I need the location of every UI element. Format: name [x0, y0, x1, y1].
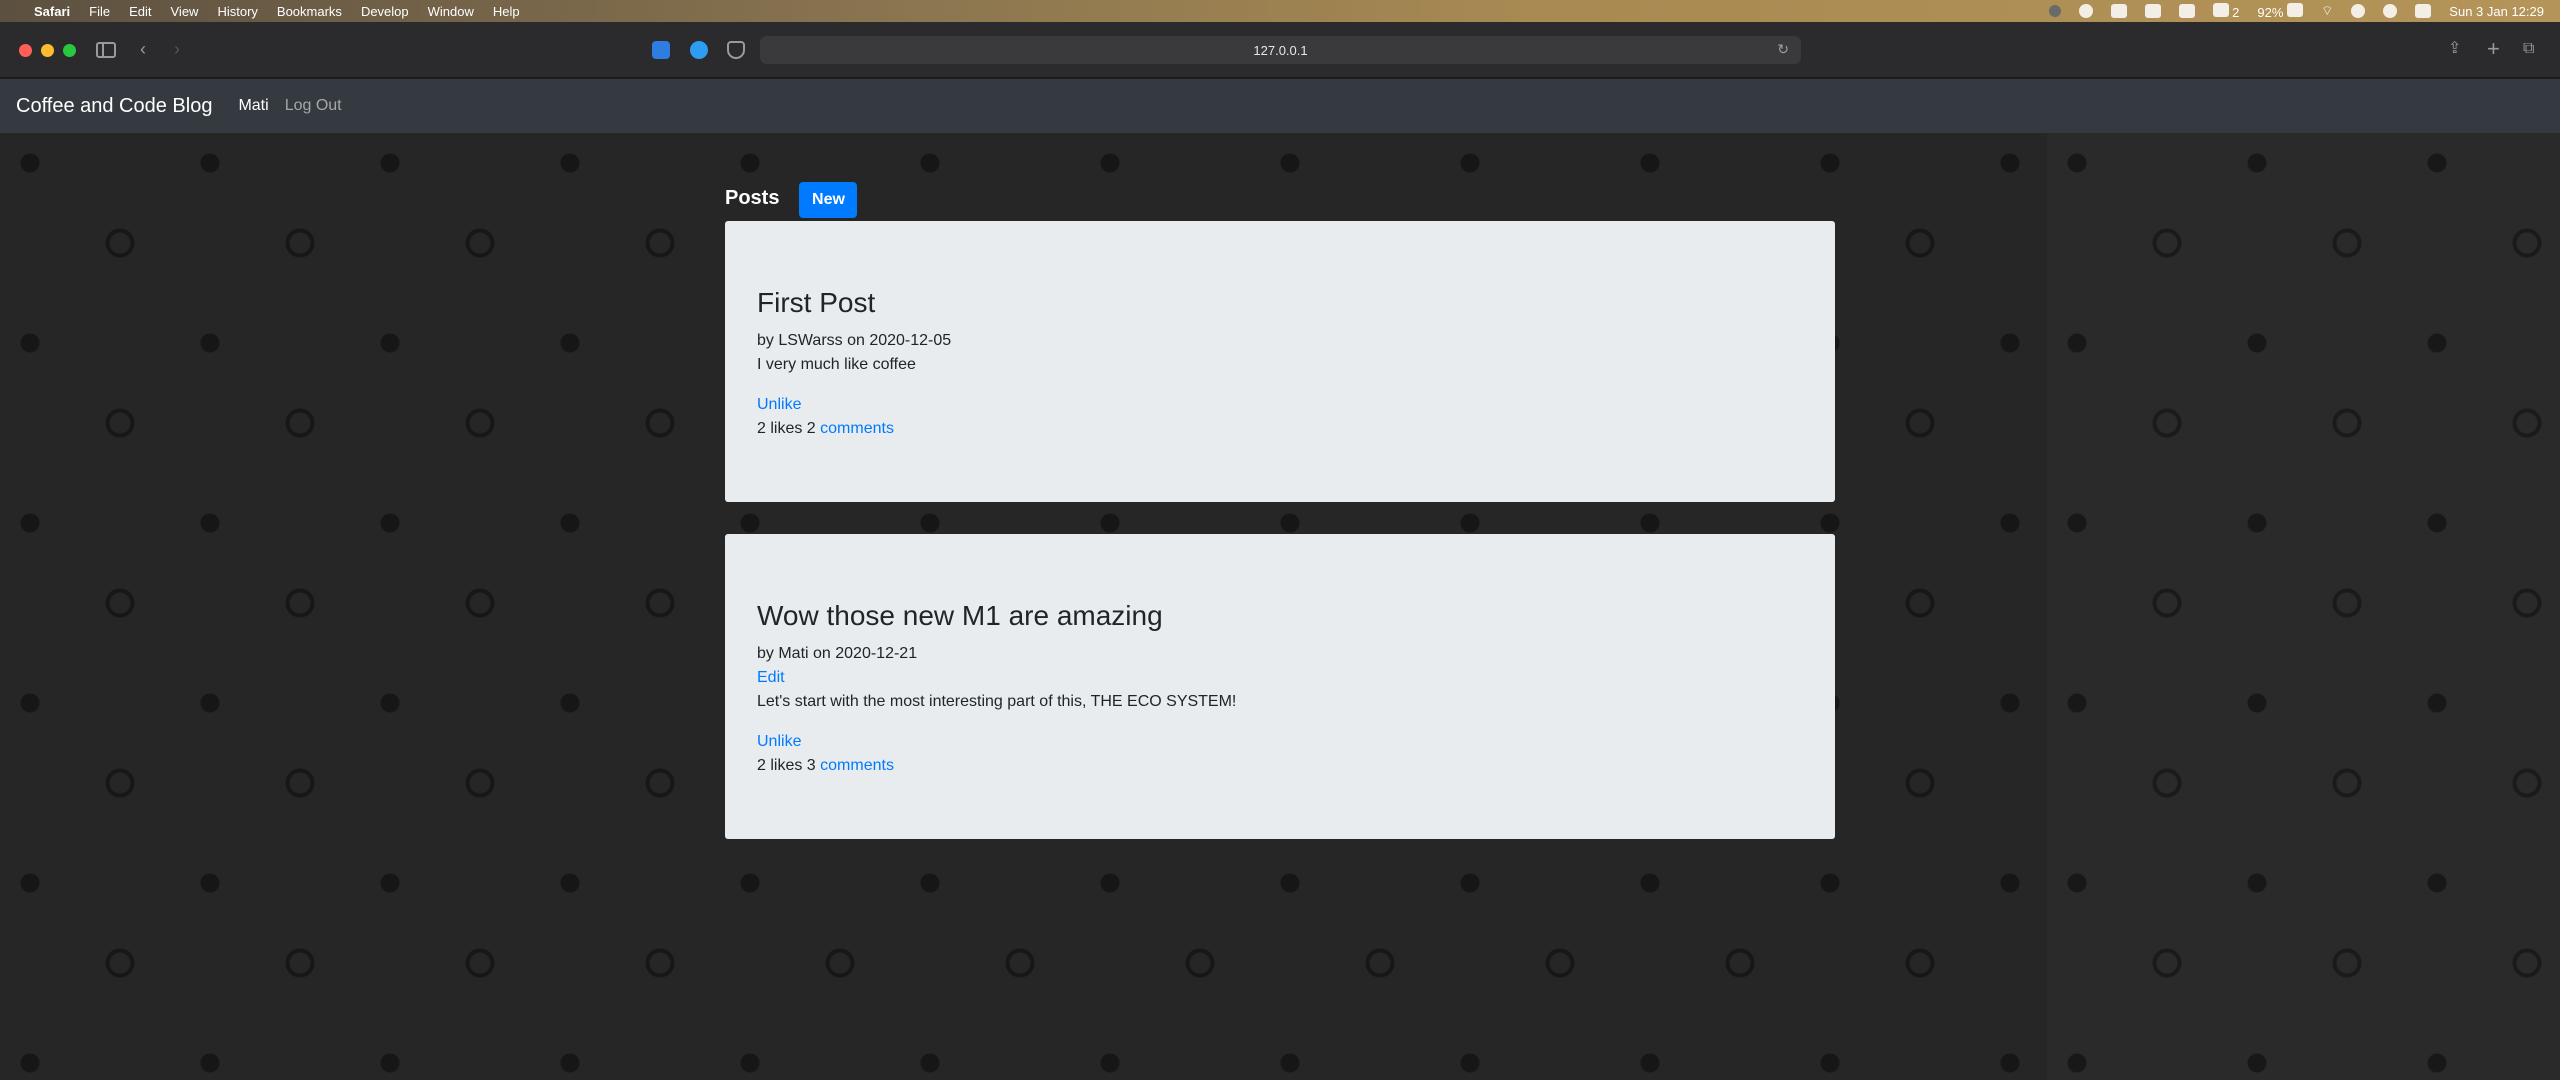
reload-icon[interactable]: ↻	[1777, 41, 1789, 58]
page-title: Posts	[725, 186, 780, 209]
play-icon[interactable]	[2383, 4, 2398, 18]
edit-link[interactable]: Edit	[757, 669, 785, 686]
menu-bookmarks[interactable]: Bookmarks	[277, 4, 342, 19]
zoom-window-button[interactable]	[63, 44, 76, 57]
browser-toolbar: ‹ › 127.0.0.1 ↻ ⇪ + ⧉	[0, 22, 2560, 78]
post-title: First Post	[757, 287, 876, 318]
comments-link[interactable]: comments	[820, 420, 894, 437]
cloud-icon[interactable]	[2110, 4, 2127, 18]
nav-logout-link[interactable]: Log Out	[285, 97, 342, 115]
close-window-button[interactable]	[19, 44, 32, 57]
menu-develop[interactable]: Develop	[361, 4, 409, 19]
post-meta: by Mati on 2020-12-21	[757, 645, 918, 662]
app-navbar: Coffee and Code Blog Mati Log Out	[0, 79, 2560, 133]
tab-overview-icon[interactable]: ⧉	[2523, 38, 2534, 60]
menu-app[interactable]: Safari	[34, 4, 70, 19]
sidebar-toggle-icon[interactable]	[96, 42, 116, 58]
post-stats: 2 likes 3 comments	[757, 754, 1803, 778]
forward-icon[interactable]: ›	[174, 38, 180, 60]
wifi-icon[interactable]: ⌔	[2321, 3, 2333, 19]
unlike-link[interactable]: Unlike	[757, 396, 801, 413]
likes-count: 2 likes 3	[757, 757, 816, 774]
desktop-count[interactable]: 2	[2212, 2, 2239, 20]
brand-link[interactable]: Coffee and Code Blog	[16, 95, 212, 118]
battery-icon	[2287, 2, 2304, 17]
nav-user-link[interactable]: Mati	[238, 97, 268, 115]
record-icon[interactable]	[2048, 5, 2061, 17]
mastodon-icon[interactable]	[2144, 4, 2161, 18]
page-background-right	[2047, 133, 2560, 1080]
share-icon[interactable]: ⇪	[2448, 38, 2461, 60]
likes-count: 2 likes 2	[757, 420, 816, 437]
post-card: Wow those new M1 are amazing by Mati on …	[725, 534, 1835, 839]
back-icon[interactable]: ‹	[140, 38, 146, 60]
extension-globe-icon[interactable]	[690, 41, 708, 59]
minimize-window-button[interactable]	[41, 44, 54, 57]
menu-history[interactable]: History	[217, 4, 257, 19]
window-controls	[19, 44, 76, 57]
post-stats: 2 likes 2 comments	[757, 417, 1803, 441]
extension-icon[interactable]	[652, 41, 670, 59]
posts-header: Posts New	[725, 178, 858, 218]
post-title: Wow those new M1 are amazing	[757, 600, 1163, 631]
desktop-icon	[2212, 2, 2229, 17]
control-center-icon[interactable]	[2415, 4, 2432, 18]
menu-help[interactable]: Help	[493, 4, 520, 19]
menu-view[interactable]: View	[171, 4, 199, 19]
user-account-icon[interactable]	[2351, 4, 2366, 18]
user-icon[interactable]	[2078, 4, 2093, 18]
comments-link[interactable]: comments	[820, 757, 894, 774]
battery-status[interactable]: 92%	[2257, 2, 2304, 20]
layout-icon[interactable]	[2178, 4, 2195, 18]
new-post-button[interactable]: New	[799, 182, 858, 218]
menu-edit[interactable]: Edit	[129, 4, 151, 19]
unlike-link[interactable]: Unlike	[757, 733, 801, 750]
post-body: Let's start with the most interesting pa…	[757, 693, 1237, 710]
post-meta: by LSWarss on 2020-12-05	[757, 332, 952, 349]
url-text: 127.0.0.1	[1253, 42, 1308, 58]
post-body: I very much like coffee	[757, 356, 916, 373]
menu-window[interactable]: Window	[428, 4, 474, 19]
address-bar[interactable]: 127.0.0.1 ↻	[760, 36, 1801, 64]
new-tab-icon[interactable]: +	[2487, 38, 2500, 60]
macos-menubar: Safari File Edit View History Bookmarks …	[0, 0, 2560, 22]
menu-file[interactable]: File	[89, 4, 110, 19]
menubar-clock[interactable]: Sun 3 Jan 12:29	[2449, 4, 2544, 19]
menubar-status: 2 92% ⌔ Sun 3 Jan 12:29	[2048, 2, 2544, 20]
shield-icon[interactable]	[727, 41, 745, 59]
post-card: First Post by LSWarss on 2020-12-05 I ve…	[725, 221, 1835, 502]
